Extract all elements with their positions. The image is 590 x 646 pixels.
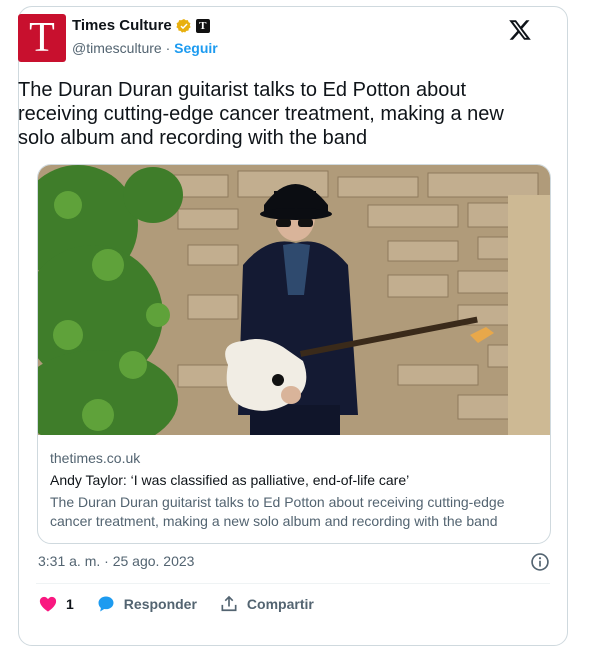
- handle-row: @timesculture · Seguir: [72, 38, 218, 58]
- verified-badge-icon: [176, 19, 191, 33]
- follow-button[interactable]: Seguir: [174, 40, 218, 56]
- separator-dot: ·: [165, 40, 171, 56]
- link-description: The Duran Duran guitarist talks to Ed Po…: [50, 494, 505, 529]
- info-icon[interactable]: [530, 552, 550, 572]
- heart-icon: [39, 596, 57, 612]
- x-logo-icon[interactable]: [508, 18, 532, 42]
- divider: [36, 583, 550, 584]
- tweet-timestamp[interactable]: 3:31 a. m. · 25 ago. 2023: [38, 553, 194, 569]
- link-title[interactable]: Andy Taylor: ‘I was classified as pallia…: [50, 471, 540, 490]
- like-button[interactable]: 1: [38, 594, 74, 614]
- action-bar: 1 Responder Compartir: [38, 592, 336, 616]
- avatar-letter: T: [29, 15, 55, 61]
- avatar[interactable]: T: [18, 14, 66, 62]
- share-label: Compartir: [246, 596, 314, 612]
- link-domain[interactable]: thetimes.co.uk: [50, 449, 540, 468]
- tweet-text: The Duran Duran guitarist talks to Ed Po…: [18, 79, 504, 149]
- link-preview-image[interactable]: [38, 165, 551, 435]
- author-info: Times Culture T @timesculture · Seguir: [72, 16, 218, 58]
- reply-button[interactable]: Responder: [96, 594, 197, 614]
- share-icon: [221, 595, 237, 612]
- author-name-row: Times Culture T: [72, 16, 218, 36]
- link-preview-card[interactable]: thetimes.co.uk Andy Taylor: ‘I was class…: [37, 164, 551, 544]
- tweet-header: T Times Culture T @timesculture · Seguir: [18, 14, 532, 64]
- share-button[interactable]: Compartir: [219, 594, 314, 614]
- affiliate-badge-icon: T: [195, 19, 210, 33]
- reply-label: Responder: [123, 596, 197, 612]
- author-name[interactable]: Times Culture: [72, 16, 172, 36]
- link-card-meta: thetimes.co.uk Andy Taylor: ‘I was class…: [50, 449, 540, 531]
- author-handle[interactable]: @timesculture: [72, 40, 162, 56]
- reply-bubble-icon: [98, 596, 114, 612]
- like-count: 1: [66, 596, 74, 612]
